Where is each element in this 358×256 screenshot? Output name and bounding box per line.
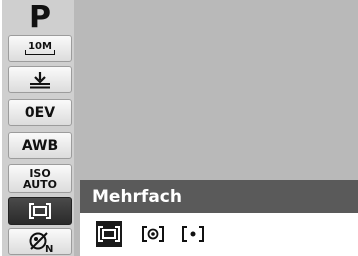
sidebar-item-iso[interactable]: ISO AUTO [8,164,72,193]
metering-options [80,213,358,256]
panel-title: Mehrfach [80,180,358,213]
option-multi-metering[interactable] [96,221,122,247]
ev-label: 0EV [24,104,56,121]
option-center-metering[interactable] [140,221,166,247]
sidebar-item-ev[interactable]: 0EV [8,99,72,126]
sidebar-item-resolution[interactable]: 10M [8,35,72,62]
sidebar-item-awb[interactable]: AWB [8,132,72,159]
awb-label: AWB [21,137,59,154]
camera-lcd-screen: P 10M 0EV AWB ISO AUTO N Mehrfach [0,0,358,256]
iso-label-top: ISO [29,166,51,180]
sidebar-item-quality[interactable] [8,66,72,93]
iso-label: ISO AUTO [23,168,57,190]
settings-sidebar: P 10M 0EV AWB ISO AUTO N [2,0,74,256]
metering-multi-icon [29,203,51,219]
svg-text:N: N [45,244,53,253]
quality-icon [30,71,50,88]
sidebar-item-color-effect[interactable]: N [8,228,72,255]
metering-center-icon [142,226,164,242]
sidebar-item-metering[interactable] [8,197,72,225]
color-effect-icon: N [29,231,53,253]
metering-multi-icon [98,226,120,242]
resolution-icon: 10M [25,42,55,55]
iso-label-bottom: AUTO [23,177,57,191]
metering-spot-icon [182,226,204,242]
option-spot-metering[interactable] [180,221,206,247]
resolution-label: 10M [28,41,52,52]
shooting-mode-indicator: P [29,0,51,35]
metering-panel: Mehrfach [80,180,358,256]
